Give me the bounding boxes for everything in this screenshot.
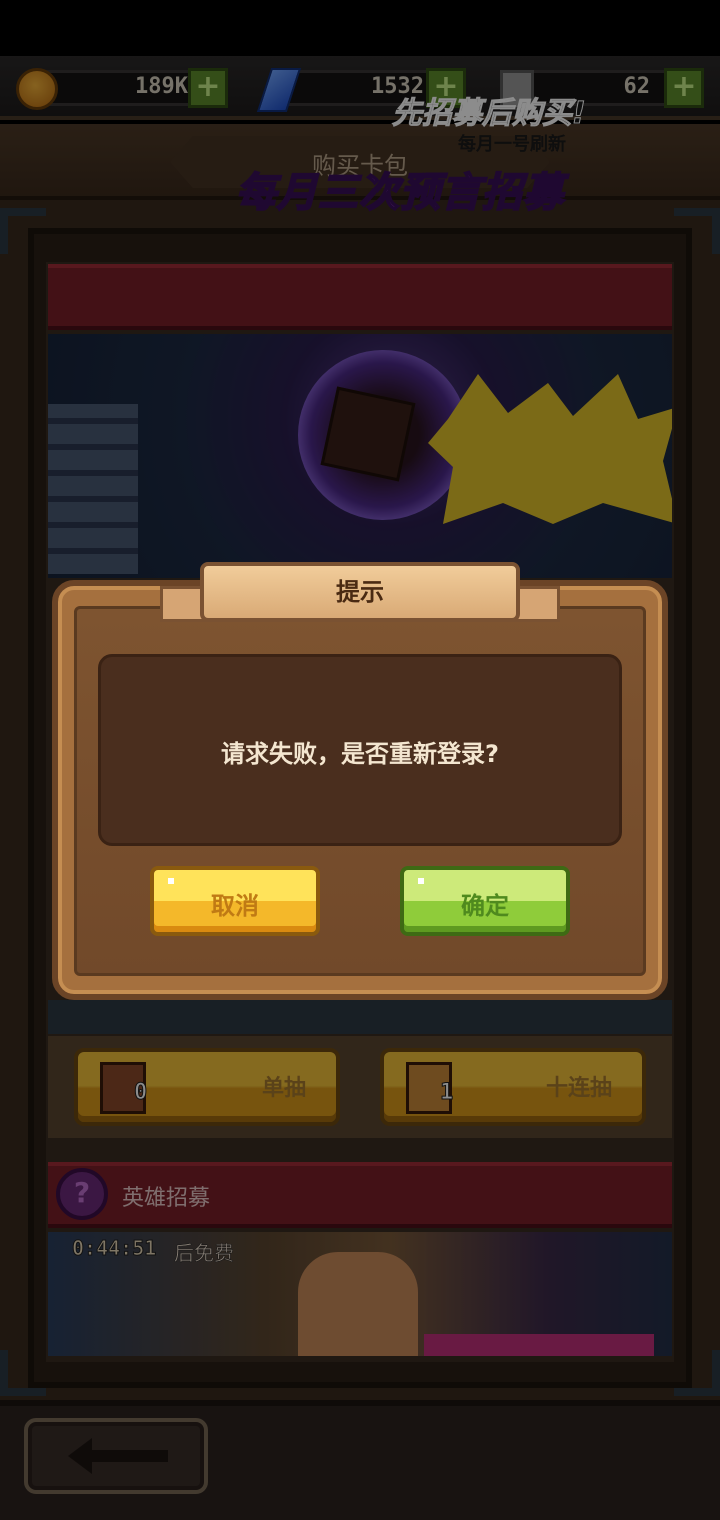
cancel-button-label: 取消 (211, 892, 259, 920)
confirm-button[interactable]: 确定 (400, 866, 570, 936)
dialog-title: 提示 (336, 578, 384, 606)
cancel-button[interactable]: 取消 (150, 866, 320, 936)
dialog-message: 请求失败，是否重新登录? (221, 740, 499, 768)
confirm-button-label: 确定 (461, 892, 509, 920)
